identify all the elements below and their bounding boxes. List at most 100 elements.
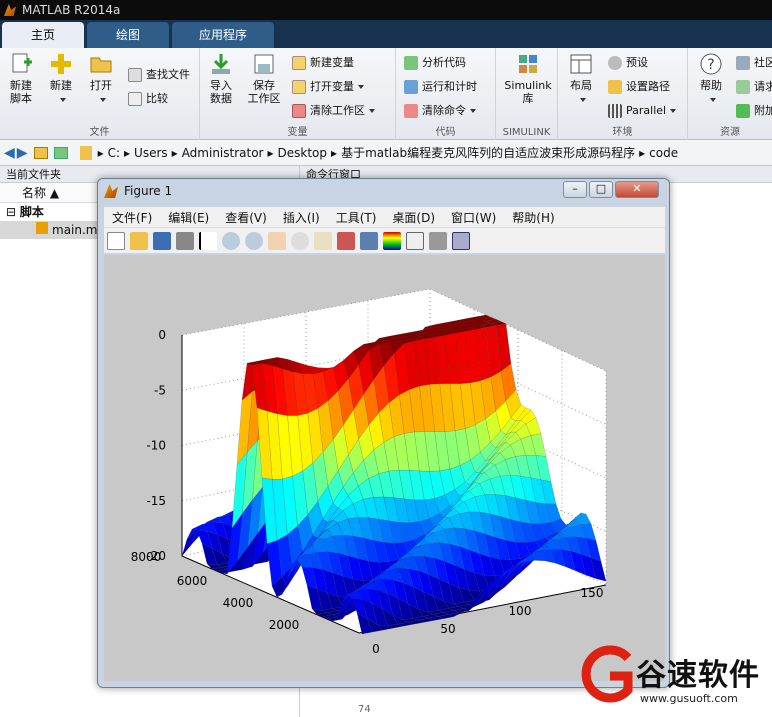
import-data-button[interactable]: 导入 数据 — [204, 52, 238, 105]
menu-help[interactable]: 帮助(H) — [512, 209, 554, 226]
menu-edit[interactable]: 编辑(E) — [168, 209, 209, 226]
tab-apps[interactable]: 应用程序 — [172, 22, 274, 48]
compare-icon — [128, 92, 142, 106]
ribbon-section-code: 分析代码 运行和计时 清除命令 代码 — [396, 48, 496, 140]
open-button[interactable]: 打开 — [84, 52, 118, 105]
menu-file[interactable]: 文件(F) — [112, 209, 152, 226]
clear-commands-button[interactable]: 清除命令 — [404, 102, 476, 120]
maximize-button[interactable]: □ — [589, 181, 613, 198]
z-tick-label: -15 — [146, 494, 166, 508]
up-folder-icon[interactable] — [33, 146, 48, 159]
clear-workspace-button[interactable]: 清除工作区 — [292, 102, 375, 120]
layout-button[interactable]: 布局 — [564, 52, 598, 105]
browse-folder-icon[interactable] — [53, 146, 68, 159]
ribbon-section-simulink: Simulink 库 SIMULINK — [496, 48, 558, 140]
tab-plots[interactable]: 绘图 — [87, 22, 169, 48]
forward-arrow-icon[interactable]: ▶ — [17, 145, 28, 161]
zoom-out-icon[interactable] — [245, 231, 263, 250]
breadcrumb-desktop[interactable]: Desktop — [278, 146, 328, 160]
plot-area[interactable]: 0 -5 -10 -15 -20 8000 6000 4000 2000 0 50 100 150 — [104, 255, 665, 681]
link-plot-icon[interactable] — [360, 231, 378, 250]
section-label-resources: 资源 — [720, 127, 740, 138]
collapse-icon: ⊟ — [6, 205, 17, 219]
community-button[interactable]: 社区 — [736, 54, 772, 72]
watermark-logo: 谷速软件 www.gusuoft.com — [574, 636, 772, 717]
minimize-button[interactable]: – — [563, 181, 587, 198]
brand-url: www.gusuoft.com — [640, 692, 738, 705]
x-tick-label: 100 — [509, 604, 532, 618]
ribbon-section-environment: 布局 预设 设置路径 Parallel 环境 — [558, 48, 688, 140]
save-workspace-button[interactable]: 保存 工作区 — [244, 52, 284, 105]
y-tick-label: 4000 — [223, 596, 254, 610]
surface-plot[interactable]: 0-5-10-15-208000600040002000050100150 — [104, 255, 665, 681]
find-files-icon — [128, 68, 142, 82]
pointer-icon[interactable] — [199, 231, 217, 250]
show-plot-tools-icon[interactable] — [452, 231, 470, 250]
figure-titlebar[interactable]: Figure 1 – □ ✕ — [98, 179, 669, 203]
matlab-window: MATLAB R2014a 主页 绘图 应用程序 新建 脚本 新建 打开 查找文… — [0, 0, 772, 717]
new-script-button[interactable]: 新建 脚本 — [4, 52, 38, 105]
root-folder-icon[interactable] — [79, 145, 92, 160]
legend-icon[interactable] — [406, 231, 424, 250]
analyze-code-button[interactable]: 分析代码 — [404, 54, 466, 72]
x-tick-label: 150 — [581, 586, 604, 600]
simulink-library-button[interactable]: Simulink 库 — [502, 52, 554, 105]
close-button[interactable]: ✕ — [615, 181, 659, 198]
open-file-icon[interactable] — [130, 231, 148, 250]
menu-window[interactable]: 窗口(W) — [451, 209, 496, 226]
sort-up-icon: ▲ — [49, 186, 60, 200]
menu-desktop[interactable]: 桌面(D) — [392, 209, 435, 226]
new-variable-button[interactable]: 新建变量 — [292, 54, 354, 72]
addons-button[interactable]: 附加 — [736, 102, 772, 120]
tab-home[interactable]: 主页 — [2, 22, 84, 48]
breadcrumb-users[interactable]: Users — [134, 146, 168, 160]
brand-name: 谷速软件 — [636, 658, 760, 693]
menu-view[interactable]: 查看(V) — [225, 209, 267, 226]
breadcrumb-administrator[interactable]: Administrator — [182, 146, 264, 160]
zoom-in-icon[interactable] — [222, 231, 240, 250]
menu-tools[interactable]: 工具(T) — [336, 209, 377, 226]
help-button[interactable]: ? 帮助 — [694, 52, 728, 105]
menu-insert[interactable]: 插入(I) — [283, 209, 320, 226]
new-script-icon — [12, 53, 32, 73]
brand-logo-icon — [581, 645, 633, 703]
folder-open-icon — [90, 57, 112, 73]
path-sep-icon: ▸ — [331, 145, 338, 160]
compare-button[interactable]: 比较 — [128, 90, 168, 108]
x-tick-label: 50 — [440, 622, 455, 636]
chevron-down-icon — [670, 109, 677, 113]
save-figure-icon[interactable] — [153, 231, 171, 250]
help-icon: ? — [700, 53, 722, 75]
request-support-button[interactable]: 请求 — [736, 78, 772, 96]
breadcrumb-c[interactable]: C: — [108, 146, 120, 160]
chevron-down-icon — [60, 98, 66, 102]
set-path-button[interactable]: 设置路径 — [608, 78, 670, 96]
parallel-button[interactable]: Parallel — [608, 102, 677, 120]
matlab-logo-icon — [4, 4, 16, 16]
print-icon[interactable] — [176, 231, 194, 250]
section-label-file: 文件 — [89, 127, 110, 138]
x-tick-label: 0 — [372, 642, 380, 656]
preferences-button[interactable]: 预设 — [608, 54, 648, 72]
m-file-icon — [36, 222, 48, 234]
path-sep-icon: ▸ — [171, 145, 178, 160]
breadcrumb-code[interactable]: code — [649, 146, 678, 160]
breadcrumb-project[interactable]: 基于matlab编程麦克风阵列的自适应波束形成源码程序 — [341, 144, 635, 161]
figure-window: Figure 1 – □ ✕ 文件(F) 编辑(E) 查看(V) 插入(I) 工… — [97, 178, 670, 688]
back-arrow-icon[interactable]: ◀ — [4, 145, 15, 161]
colorbar-icon[interactable] — [383, 231, 401, 250]
brush-icon[interactable] — [337, 231, 355, 250]
rotate-3d-icon[interactable] — [291, 231, 309, 250]
hide-plot-tools-icon[interactable] — [429, 231, 447, 250]
find-files-button[interactable]: 查找文件 — [128, 66, 190, 84]
z-tick-label: 0 — [158, 328, 166, 342]
request-icon — [736, 80, 750, 94]
new-button[interactable]: 新建 — [44, 52, 78, 105]
data-cursor-icon[interactable] — [314, 231, 332, 250]
new-figure-icon[interactable] — [107, 231, 125, 250]
eraser-icon — [292, 104, 306, 118]
open-variable-button[interactable]: 打开变量 — [292, 78, 364, 96]
run-and-time-button[interactable]: 运行和计时 — [404, 78, 477, 96]
import-icon — [212, 54, 230, 74]
pan-hand-icon[interactable] — [268, 231, 286, 250]
